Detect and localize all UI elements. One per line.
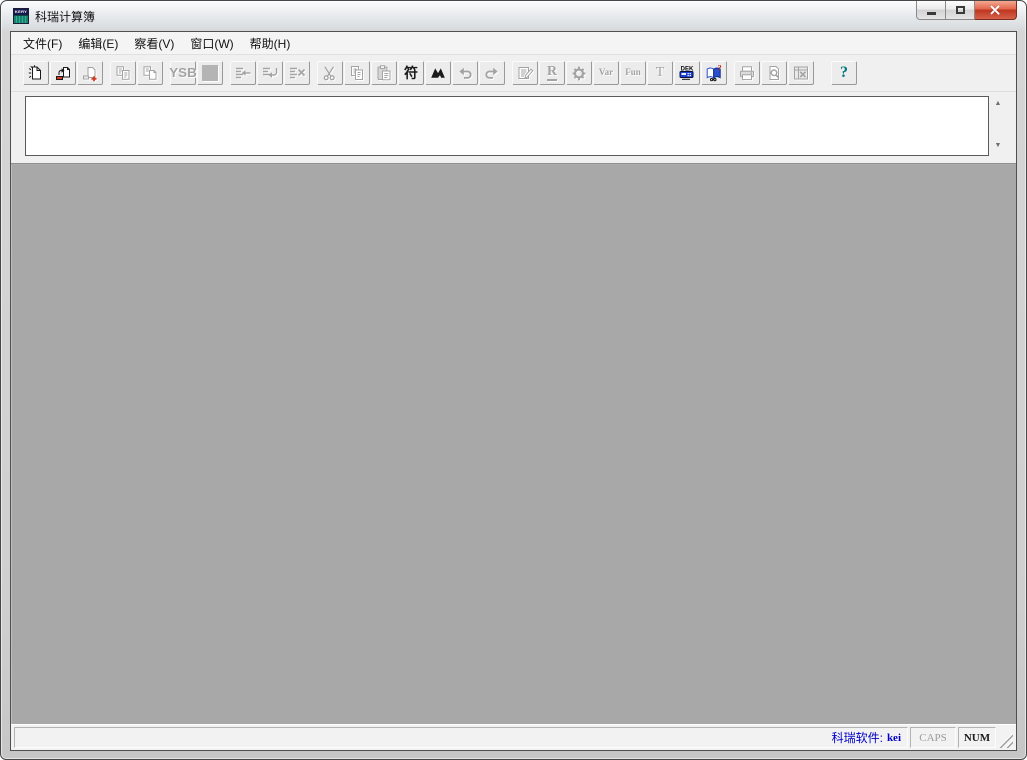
- blank-block-icon: [201, 64, 219, 82]
- new-document-icon: [27, 64, 45, 82]
- toolbar-print-button: [734, 61, 760, 85]
- arrow-redo-icon: [483, 64, 501, 82]
- ysb-format-icon: YSB: [169, 66, 196, 79]
- lines-arrow-left-icon: [234, 64, 252, 82]
- app-window: KERY 科瑞计算簿 文件(F)编辑(E)察看(V)窗口(W)帮助(H) YSB…: [0, 0, 1027, 760]
- status-bar: 科瑞软件: kei CAPS NUM: [11, 724, 1016, 750]
- lines-arrow-hook-icon: [261, 64, 279, 82]
- close-button[interactable]: [975, 1, 1017, 20]
- menu-item-window[interactable]: 窗口(W): [182, 33, 241, 54]
- toolbar-help-button[interactable]: ?: [831, 61, 857, 85]
- book-question-icon: ?: [705, 64, 723, 82]
- toolbar-import-sheet-button[interactable]: [50, 61, 76, 85]
- toolbar-paste-button: [371, 61, 397, 85]
- title-bar[interactable]: KERY 科瑞计算簿: [10, 1, 1017, 31]
- menu-item-file[interactable]: 文件(F): [15, 33, 70, 54]
- maximize-icon: [956, 6, 965, 14]
- toolbar-help-book-button[interactable]: ?: [701, 61, 727, 85]
- scroll-down-icon[interactable]: ▼: [991, 140, 1005, 152]
- window-title: 科瑞计算簿: [35, 8, 95, 25]
- toolbar-print-preview-button: [761, 61, 787, 85]
- formula-input[interactable]: [25, 96, 989, 156]
- variables-icon: Var: [599, 68, 613, 77]
- toolbar-redo-button: [479, 61, 505, 85]
- menu-item-help[interactable]: 帮助(H): [242, 33, 299, 54]
- formula-scrollbar[interactable]: ▲ ▼: [990, 96, 1006, 156]
- close-icon: [989, 4, 1002, 17]
- binoculars-icon: [429, 64, 447, 82]
- sheet-pencil-icon: [516, 64, 534, 82]
- clipboard-paste-icon: [375, 64, 393, 82]
- text-mode-icon: T: [656, 66, 665, 80]
- scroll-up-icon[interactable]: ▲: [991, 98, 1005, 110]
- toolbar-properties-button: [512, 61, 538, 85]
- help-icon: ?: [840, 65, 848, 81]
- app-icon-graph: [14, 15, 28, 23]
- num-indicator: NUM: [958, 727, 996, 748]
- toolbar-result-r-button: R: [539, 61, 565, 85]
- toolbar-copy-sheet-to-button: [110, 61, 136, 85]
- toolbar-export-grid-button: [788, 61, 814, 85]
- status-message-pane: 科瑞软件: kei: [14, 727, 908, 748]
- window-content: 文件(F)编辑(E)察看(V)窗口(W)帮助(H) YSB 符 R Var Fun T DE…: [10, 31, 1017, 751]
- minimize-button[interactable]: [916, 1, 946, 20]
- toolbar-delete-line-button: [284, 61, 310, 85]
- workspace: [11, 163, 1016, 724]
- toolbar-text-mode-button: T: [647, 61, 673, 85]
- toolbar-add-sheet-button: [77, 61, 103, 85]
- toolbar-dek-calculator-button[interactable]: DEK: [674, 61, 700, 85]
- toolbar-undo-button: [452, 61, 478, 85]
- arrow-undo-icon: [456, 64, 474, 82]
- minimize-icon: [927, 12, 936, 15]
- maximize-button[interactable]: [946, 1, 975, 20]
- toolbar-insert-line-below-button: [257, 61, 283, 85]
- functions-icon: Fun: [625, 68, 641, 77]
- menu-bar: 文件(F)编辑(E)察看(V)窗口(W)帮助(H): [11, 32, 1016, 55]
- brand-value: kei: [887, 732, 901, 744]
- menu-item-view[interactable]: 察看(V): [126, 33, 182, 54]
- brand-label: 科瑞软件:: [832, 729, 883, 746]
- toolbar-symbol-fu-button[interactable]: 符: [398, 61, 424, 85]
- copy-page-new-icon: [141, 64, 159, 82]
- toolbar: YSB 符 R Var Fun T DEK??: [11, 55, 1016, 92]
- toolbar-variables-button: Var: [593, 61, 619, 85]
- caption-buttons: [916, 1, 1017, 20]
- toolbar-functions-button: Fun: [620, 61, 646, 85]
- resize-grip[interactable]: [998, 733, 1013, 748]
- toolbar-find-button[interactable]: [425, 61, 451, 85]
- toolbar-cut-button: [317, 61, 343, 85]
- toolbar-settings-gear-button: [566, 61, 592, 85]
- svg-text:?: ?: [718, 64, 722, 73]
- page-magnifier-icon: [765, 64, 783, 82]
- import-page-icon: [54, 64, 72, 82]
- toolbar-copy-sheet-new-button: [137, 61, 163, 85]
- calculator-dek-icon: DEK: [678, 64, 696, 82]
- toolbar-insert-line-button: [230, 61, 256, 85]
- menu-item-edit[interactable]: 编辑(E): [70, 33, 126, 54]
- toolbar-new-sheet-button[interactable]: [23, 61, 49, 85]
- formula-area: ▲ ▼: [11, 92, 1016, 163]
- copy-page-icon: [114, 64, 132, 82]
- symbol-fu-icon: 符: [404, 66, 418, 80]
- toolbar-blank-swatch-button: [197, 61, 223, 85]
- copy-sheets-icon: [348, 64, 366, 82]
- add-page-icon: [81, 64, 99, 82]
- lines-cross-icon: [288, 64, 306, 82]
- caps-indicator: CAPS: [910, 727, 956, 748]
- grid-x-icon: [792, 64, 810, 82]
- app-icon: KERY: [13, 8, 29, 24]
- gear-icon: [570, 64, 588, 82]
- printer-icon: [738, 64, 756, 82]
- toolbar-ysb-format-button: YSB: [170, 61, 196, 85]
- toolbar-copy-button: [344, 61, 370, 85]
- scissors-icon: [321, 64, 339, 82]
- result-r-icon: R: [547, 65, 557, 81]
